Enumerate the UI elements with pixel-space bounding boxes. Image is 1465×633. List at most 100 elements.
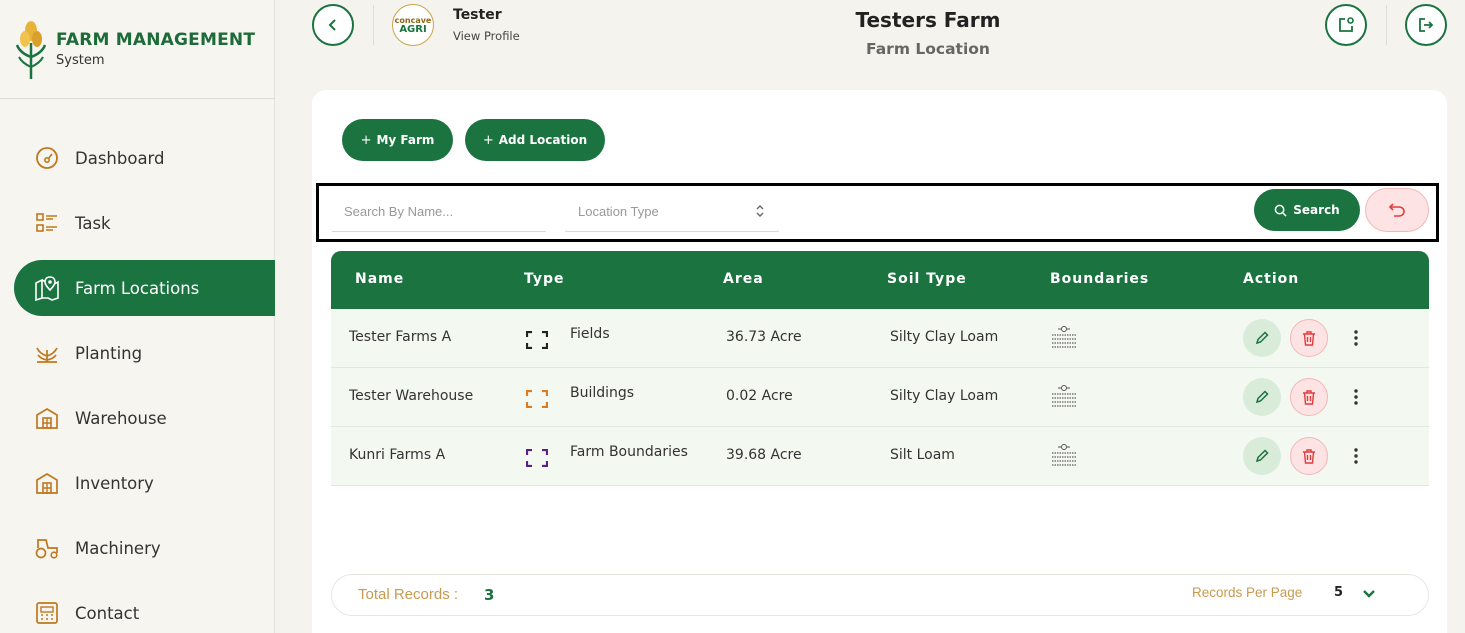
contact-icon xyxy=(34,600,60,626)
sidebar-item-task[interactable]: Task xyxy=(0,195,275,251)
column-header-boundaries: Boundaries xyxy=(1050,271,1150,287)
avatar[interactable]: concave AGRI xyxy=(392,4,434,46)
chevron-down-icon[interactable] xyxy=(1362,587,1376,601)
search-button[interactable]: Search xyxy=(1254,189,1360,231)
back-button[interactable] xyxy=(312,4,354,46)
records-per-page-label: Records Per Page xyxy=(1192,585,1303,600)
reset-button[interactable] xyxy=(1365,188,1429,232)
wheat-logo-icon xyxy=(15,21,47,79)
sidebar-item-label: Machinery xyxy=(75,538,161,558)
page-subtitle: Farm Location xyxy=(866,40,990,58)
sidebar-item-planting[interactable]: Planting xyxy=(0,325,275,381)
logout-button[interactable] xyxy=(1405,4,1447,46)
sidebar-item-label: Dashboard xyxy=(75,148,165,168)
chevron-left-icon xyxy=(328,19,336,31)
sidebar-item-machinery[interactable]: Machinery xyxy=(0,520,275,576)
table-row[interactable]: Kunri Farms A Farm Boundaries 39.68 Acre… xyxy=(331,427,1429,486)
sidebar-item-farm-locations[interactable]: Farm Locations xyxy=(14,260,275,316)
search-icon xyxy=(1274,204,1287,217)
total-records-label: Total Records : xyxy=(358,586,459,603)
trash-icon xyxy=(1303,449,1315,464)
my-farm-button[interactable]: + My Farm xyxy=(342,119,453,161)
undo-icon xyxy=(1388,203,1405,217)
sidebar-item-warehouse[interactable]: Warehouse xyxy=(0,390,275,446)
edit-button[interactable] xyxy=(1243,319,1281,357)
trash-icon xyxy=(1303,390,1315,405)
page-title: Testers Farm xyxy=(855,8,1001,32)
brand[interactable]: FARM MANAGEMENT System xyxy=(0,0,274,99)
delete-button[interactable] xyxy=(1290,437,1328,475)
edit-button[interactable] xyxy=(1243,437,1281,475)
notification-button[interactable] xyxy=(1325,4,1367,46)
location-name: Kunri Farms A xyxy=(349,447,446,463)
sidebar: FARM MANAGEMENT System Dashboard Task Fa… xyxy=(0,0,275,633)
column-header-name: Name xyxy=(355,271,405,287)
location-soil: Silty Clay Loam xyxy=(890,329,999,345)
plus-icon: + xyxy=(360,132,372,148)
sidebar-item-label: Contact xyxy=(75,603,140,623)
table-header: Name Type Area Soil Type Boundaries Acti… xyxy=(331,251,1429,309)
boundaries-icon[interactable] xyxy=(1050,384,1078,410)
more-options-button[interactable] xyxy=(1346,323,1366,353)
column-header-type: Type xyxy=(524,271,565,287)
boundaries-icon[interactable] xyxy=(1050,325,1078,351)
tractor-icon xyxy=(34,535,60,561)
location-soil: Silty Clay Loam xyxy=(890,388,999,404)
location-type-select[interactable]: Location Type xyxy=(565,192,779,232)
table-row[interactable]: Tester Warehouse Buildings 0.02 Acre Sil… xyxy=(331,368,1429,427)
logout-icon xyxy=(1419,18,1434,32)
sidebar-item-inventory[interactable]: Inventory xyxy=(0,455,275,511)
view-profile-link[interactable]: View Profile xyxy=(453,29,520,43)
field-type-icon xyxy=(526,331,548,349)
locations-table: Name Type Area Soil Type Boundaries Acti… xyxy=(331,251,1429,486)
total-records-value: 3 xyxy=(484,586,495,604)
location-area: 0.02 Acre xyxy=(726,388,793,404)
dashboard-icon xyxy=(34,145,60,171)
brand-title: FARM MANAGEMENT xyxy=(56,30,256,50)
sidebar-item-contact[interactable]: Contact xyxy=(0,585,275,633)
records-per-page-value[interactable]: 5 xyxy=(1334,585,1343,600)
sidebar-item-label: Inventory xyxy=(75,473,154,493)
boundaries-icon[interactable] xyxy=(1050,443,1078,469)
pencil-icon xyxy=(1255,390,1269,404)
main-card: + My Farm + Add Location Location Type S… xyxy=(312,90,1447,633)
location-name: Tester Farms A xyxy=(349,329,452,345)
warehouse-icon xyxy=(34,405,60,431)
edit-button[interactable] xyxy=(1243,378,1281,416)
location-type-placeholder: Location Type xyxy=(578,204,659,219)
column-header-soil-type: Soil Type xyxy=(887,271,967,287)
building-type-icon xyxy=(526,390,548,408)
sidebar-item-label: Planting xyxy=(75,343,143,363)
delete-button[interactable] xyxy=(1290,378,1328,416)
location-area: 39.68 Acre xyxy=(726,447,802,463)
notification-icon xyxy=(1339,17,1354,32)
search-button-label: Search xyxy=(1293,203,1340,217)
user-name: Tester xyxy=(453,7,502,23)
filter-bar: Location Type Search xyxy=(316,183,1439,242)
select-arrows-icon xyxy=(756,205,764,217)
my-farm-label: My Farm xyxy=(376,133,435,147)
top-header: concave AGRI Tester View Profile Testers… xyxy=(275,0,1465,90)
search-input[interactable] xyxy=(332,192,546,232)
location-name: Tester Warehouse xyxy=(349,388,474,404)
add-location-button[interactable]: + Add Location xyxy=(465,119,605,161)
location-area: 36.73 Acre xyxy=(726,329,802,345)
sidebar-item-label: Task xyxy=(75,213,111,233)
sidebar-item-label: Warehouse xyxy=(75,408,167,428)
table-row[interactable]: Tester Farms A Fields 36.73 Acre Silty C… xyxy=(331,309,1429,368)
avatar-text-bottom: AGRI xyxy=(399,24,427,35)
header-divider xyxy=(1386,5,1387,45)
column-header-action: Action xyxy=(1243,271,1300,287)
plant-icon xyxy=(34,340,60,366)
boundary-type-icon xyxy=(526,449,548,467)
header-divider xyxy=(373,5,374,45)
brand-subtitle: System xyxy=(56,53,105,68)
plus-icon: + xyxy=(482,132,494,148)
more-options-button[interactable] xyxy=(1346,441,1366,471)
sidebar-item-dashboard[interactable]: Dashboard xyxy=(0,130,275,186)
delete-button[interactable] xyxy=(1290,319,1328,357)
map-pin-icon xyxy=(34,275,60,301)
more-vertical-icon xyxy=(1354,389,1358,405)
sidebar-item-label: Farm Locations xyxy=(75,278,200,298)
more-options-button[interactable] xyxy=(1346,382,1366,412)
